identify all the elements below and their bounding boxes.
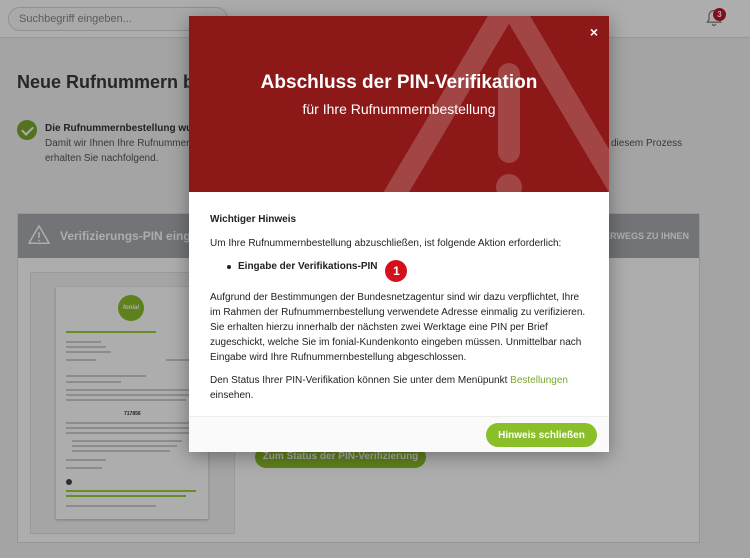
hint-title: Wichtiger Hinweis bbox=[210, 214, 297, 225]
pin-verification-modal: × Abschluss der PIN-Verifikation für Ihr… bbox=[189, 16, 609, 452]
action-list-item: Eingabe der Verifikations-PIN 1 bbox=[210, 259, 590, 282]
explanation-text: Aufgrund der Bestimmungen der Bundesnetz… bbox=[210, 292, 586, 363]
close-hint-button[interactable]: Hinweis schließen bbox=[486, 423, 597, 447]
orders-link[interactable]: Bestellungen bbox=[510, 375, 568, 386]
modal-header: × Abschluss der PIN-Verifikation für Ihr… bbox=[189, 16, 609, 192]
step-number-badge: 1 bbox=[385, 260, 408, 282]
modal-title: Abschluss der PIN-Verifikation bbox=[260, 72, 538, 93]
status-text-suffix: einsehen. bbox=[210, 390, 254, 401]
status-text-prefix: Den Status Ihrer PIN-Verifikation können… bbox=[210, 375, 511, 386]
close-icon[interactable]: × bbox=[587, 25, 601, 39]
action-item-label: Eingabe der Verifikations-PIN bbox=[238, 261, 378, 272]
modal-footer: Hinweis schließen bbox=[189, 416, 609, 452]
modal-body: Wichtiger Hinweis Um Ihre Rufnummernbest… bbox=[210, 212, 590, 411]
status-text: Den Status Ihrer PIN-Verifikation können… bbox=[210, 373, 590, 403]
intro-text: Um Ihre Rufnummernbestellung abzuschließ… bbox=[210, 238, 562, 249]
modal-subtitle: für Ihre Rufnummernbestellung bbox=[302, 101, 496, 117]
